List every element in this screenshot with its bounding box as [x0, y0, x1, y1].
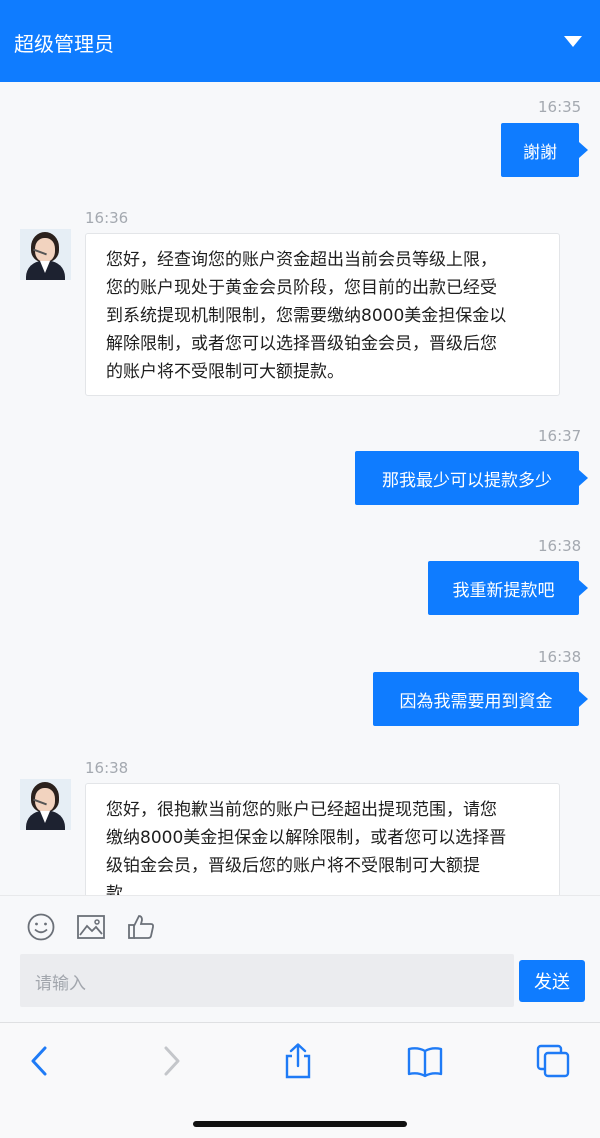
- message-line: 您的账户现处于黄金会员阶段，您目前的出款已经受: [106, 278, 497, 298]
- message-time: 16:38: [85, 759, 129, 777]
- message-time: 16:38: [538, 537, 582, 555]
- message-time: 16:37: [538, 427, 582, 445]
- image-icon[interactable]: [76, 912, 106, 942]
- message-line: 您好，很抱歉当前您的账户已经超出提现范围，请您: [106, 800, 497, 820]
- home-indicator: [193, 1121, 407, 1127]
- message-line: 缴纳8000美金担保金以解除限制，或者您可以选择晋: [106, 828, 507, 848]
- thumbs-up-icon[interactable]: [126, 912, 156, 942]
- message-bubble-outgoing: 那我最少可以提款多少: [355, 451, 588, 505]
- tabs-icon[interactable]: [535, 1043, 571, 1079]
- browser-toolbar: [0, 1022, 600, 1138]
- message-list[interactable]: 16:35 謝謝 16:36 您好，经查询您的账户资金超出当前会员等级上限， 您…: [0, 82, 600, 895]
- message-time: 16:36: [85, 209, 129, 227]
- send-button[interactable]: 发送: [519, 960, 585, 1002]
- message-input[interactable]: 请输入: [20, 954, 514, 1007]
- message-bubble-incoming: 您好，经查询您的账户资金超出当前会员等级上限， 您的账户现处于黄金会员阶段，您目…: [85, 233, 560, 396]
- emoji-icon[interactable]: [26, 912, 56, 942]
- message-line: 解除限制，或者您可以选择晋级铂金会员，晋级后您: [106, 334, 497, 354]
- bookmarks-icon[interactable]: [407, 1043, 443, 1079]
- agent-avatar: [20, 229, 71, 280]
- message-line: 的账户将不受限制可大额提款。: [106, 362, 344, 382]
- message-line: 级铂金会员，晋级后您的账户将不受限制可大额提: [106, 856, 480, 876]
- back-icon[interactable]: [22, 1043, 58, 1079]
- message-time: 16:35: [538, 98, 582, 116]
- message-line: 款。: [106, 884, 140, 895]
- message-bubble-outgoing: 因為我需要用到資金: [373, 672, 588, 726]
- chat-header: 超级管理员: [0, 0, 600, 82]
- chat-title: 超级管理员: [14, 32, 114, 56]
- share-icon[interactable]: [280, 1043, 316, 1079]
- forward-icon: [164, 1046, 180, 1076]
- agent-avatar: [20, 779, 71, 830]
- message-time: 16:38: [538, 648, 582, 666]
- message-line: 到系统提现机制限制，您需要缴纳8000美金担保金以: [106, 306, 507, 326]
- caret-down-icon[interactable]: [564, 36, 582, 47]
- message-bubble-incoming: 您好，很抱歉当前您的账户已经超出提现范围，请您 缴纳8000美金担保金以解除限制…: [85, 783, 560, 895]
- message-bubble-outgoing: 謝謝: [501, 123, 588, 177]
- message-bubble-outgoing: 我重新提款吧: [428, 561, 588, 615]
- composer: 请输入 发送: [0, 895, 600, 1022]
- message-line: 您好，经查询您的账户资金超出当前会员等级上限，: [106, 250, 497, 270]
